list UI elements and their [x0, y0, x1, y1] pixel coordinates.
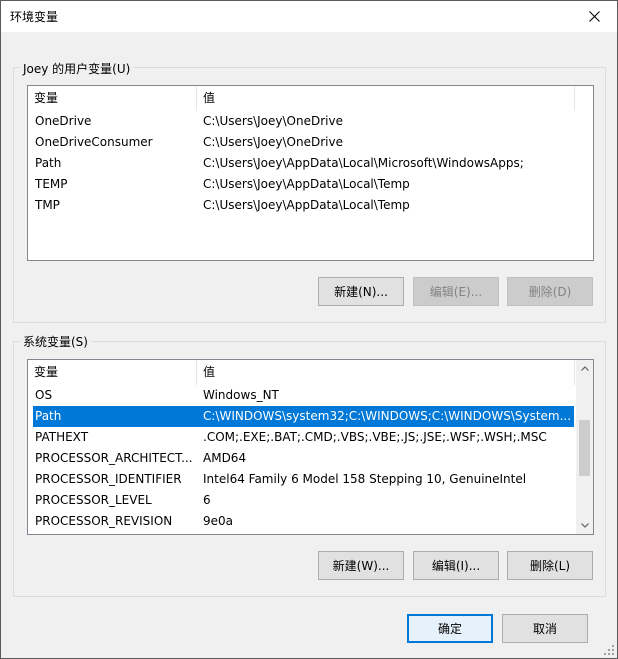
window-title: 环境变量 [10, 10, 59, 24]
user-edit-button[interactable]: 编辑(E)... [413, 277, 499, 306]
system-delete-button[interactable]: 删除(L) [507, 551, 593, 580]
title-bar[interactable]: 环境变量 [1, 1, 617, 32]
ok-button[interactable]: 确定 [407, 614, 493, 643]
system-vars-header: 变量 值 [28, 360, 575, 385]
system-edit-button[interactable]: 编辑(I)... [413, 551, 499, 580]
system-vars-group-label: 系统变量(S) [20, 333, 91, 350]
var-value: C:\WINDOWS\system32;C:\WINDOWS;C:\WINDOW… [203, 409, 572, 423]
table-row[interactable]: PROCESSOR_IDENTIFIER Intel64 Family 6 Mo… [33, 469, 574, 490]
var-name: OS [35, 388, 53, 402]
close-button[interactable] [571, 1, 617, 32]
var-name: PROCESSOR_ARCHITECT... [35, 451, 193, 465]
system-new-button[interactable]: 新建(W)... [318, 551, 404, 580]
scroll-down-button[interactable] [576, 517, 593, 534]
chevron-up-icon [580, 366, 589, 371]
user-delete-button[interactable]: 删除(D) [507, 277, 593, 306]
var-name: PROCESSOR_LEVEL [35, 493, 152, 507]
column-header-value[interactable]: 值 [197, 86, 575, 111]
system-vars-list[interactable]: 变量 值 OS Windows_NT Path C:\WINDOWS\syste… [27, 359, 594, 535]
var-value: Intel64 Family 6 Model 158 Stepping 10, … [203, 472, 527, 486]
column-header-value[interactable]: 值 [197, 360, 575, 385]
user-vars-list[interactable]: 变量 值 OneDrive C:\Users\Joey\OneDrive One… [27, 85, 594, 261]
var-name: TMP [35, 198, 60, 212]
table-row[interactable]: OneDrive C:\Users\Joey\OneDrive [33, 111, 343, 132]
table-row-selected[interactable]: Path C:\WINDOWS\system32;C:\WINDOWS;C:\W… [33, 406, 574, 427]
table-row[interactable]: OneDriveConsumer C:\Users\Joey\OneDrive [33, 132, 343, 153]
table-row[interactable]: OS Windows_NT [33, 385, 574, 406]
var-value: C:\Users\Joey\AppData\Local\Temp [203, 177, 410, 191]
chevron-down-icon [580, 523, 589, 528]
var-name: PATHEXT [35, 430, 89, 444]
column-header-variable[interactable]: 变量 [28, 86, 197, 111]
var-name: Path [35, 409, 62, 423]
var-value: Windows_NT [203, 388, 279, 402]
var-value: C:\Users\Joey\AppData\Local\Temp [203, 198, 410, 212]
scroll-up-button[interactable] [576, 360, 593, 377]
var-name: PROCESSOR_REVISION [35, 514, 173, 528]
var-value: C:\Users\Joey\AppData\Local\Microsoft\Wi… [203, 156, 524, 170]
table-row[interactable]: Path C:\Users\Joey\AppData\Local\Microso… [33, 153, 524, 174]
var-name: OneDrive [35, 114, 92, 128]
var-value: AMD64 [203, 451, 247, 465]
var-value: 9e0a [203, 514, 234, 528]
column-header-variable[interactable]: 变量 [28, 360, 197, 385]
var-name: Path [35, 156, 62, 170]
user-new-button[interactable]: 新建(N)... [318, 277, 404, 306]
var-name: PROCESSOR_IDENTIFIER [35, 472, 182, 486]
resize-grip-icon[interactable] [603, 644, 615, 656]
table-row[interactable]: PROCESSOR_ARCHITECT... AMD64 [33, 448, 574, 469]
table-row[interactable]: PROCESSOR_LEVEL 6 [33, 490, 574, 511]
table-row[interactable]: PROCESSOR_REVISION 9e0a [33, 511, 574, 532]
system-vars-scrollbar[interactable] [576, 360, 593, 534]
scroll-thumb[interactable] [579, 420, 590, 476]
close-icon [588, 11, 600, 22]
var-name: TEMP [35, 177, 68, 191]
var-value: C:\Users\Joey\OneDrive [203, 135, 343, 149]
user-vars-group-label: Joey 的用户变量(U) [20, 60, 134, 77]
env-vars-dialog: 环境变量 Joey 的用户变量(U) 变量 值 OneDrive C:\User… [0, 0, 618, 659]
var-value: .COM;.EXE;.BAT;.CMD;.VBS;.VBE;.JS;.JSE;.… [203, 430, 547, 444]
user-vars-header: 变量 值 [28, 86, 575, 111]
var-value: C:\Users\Joey\OneDrive [203, 114, 343, 128]
table-row[interactable]: TMP C:\Users\Joey\AppData\Local\Temp [33, 195, 410, 216]
table-row[interactable]: TEMP C:\Users\Joey\AppData\Local\Temp [33, 174, 410, 195]
var-value: 6 [203, 493, 211, 507]
var-name: OneDriveConsumer [35, 135, 153, 149]
table-row[interactable]: PATHEXT .COM;.EXE;.BAT;.CMD;.VBS;.VBE;.J… [33, 427, 574, 448]
cancel-button[interactable]: 取消 [502, 614, 588, 643]
